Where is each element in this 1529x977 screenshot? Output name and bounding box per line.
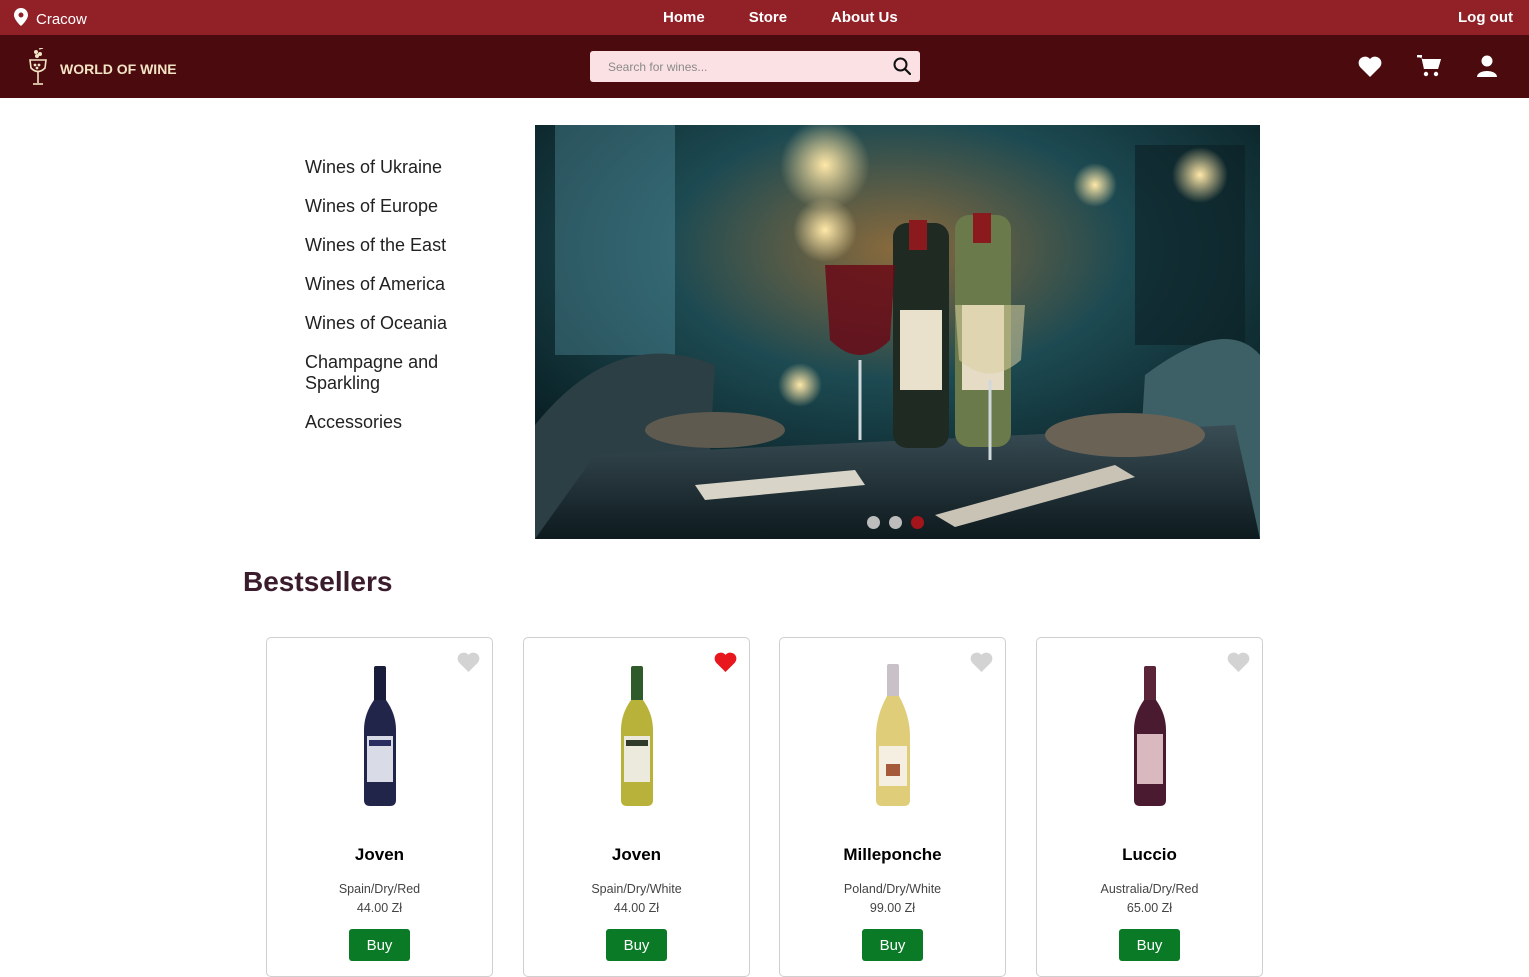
product-price: 65.00 Zł [1126, 901, 1173, 915]
location-label: Cracow [36, 10, 87, 28]
nav-about-link[interactable]: About Us [831, 9, 898, 26]
product-card[interactable]: Milleponche Poland/Dry/White 99.00 Zł Bu… [779, 637, 1006, 977]
category-oceania[interactable]: Wines of Oceania [305, 313, 505, 334]
cart-icon[interactable] [1417, 55, 1442, 77]
product-info: Poland/Dry/White [843, 882, 942, 896]
hero-carousel[interactable] [535, 125, 1260, 539]
top-bar: Cracow Home Store About Us Log out [0, 0, 1529, 35]
category-east[interactable]: Wines of the East [305, 235, 505, 256]
category-ukraine[interactable]: Wines of Ukraine [305, 157, 505, 178]
product-card[interactable]: Joven Spain/Dry/White 44.00 Zł Buy [523, 637, 750, 977]
product-info: Spain/Dry/White [591, 882, 682, 896]
logo[interactable]: WORLD OF WINE [28, 47, 177, 89]
buy-button[interactable]: Buy [862, 929, 923, 961]
product-name: Milleponche [843, 845, 942, 864]
product-card[interactable]: Luccio Australia/Dry/Red 65.00 Zł Buy [1036, 637, 1263, 977]
location-pin-icon [14, 8, 28, 30]
search-bar [590, 51, 920, 82]
nav-home-link[interactable]: Home [663, 9, 705, 26]
main-nav: Home Store About Us [663, 9, 898, 26]
search-icon[interactable] [893, 57, 912, 80]
buy-button[interactable]: Buy [349, 929, 410, 961]
product-name: Joven [611, 845, 662, 864]
category-list: Wines of Ukraine Wines of Europe Wines o… [305, 157, 505, 451]
product-price: 99.00 Zł [869, 901, 916, 915]
favorites-heart-icon[interactable] [1358, 56, 1382, 77]
buy-button[interactable]: Buy [606, 929, 667, 961]
product-card[interactable]: Joven Spain/Dry/Red 44.00 Zł Buy [266, 637, 493, 977]
product-price: 44.00 Zł [356, 901, 403, 915]
carousel-dot-3[interactable] [911, 516, 924, 529]
product-image [267, 660, 492, 810]
location-selector[interactable]: Cracow [14, 8, 87, 30]
category-america[interactable]: Wines of America [305, 274, 505, 295]
category-accessories[interactable]: Accessories [305, 412, 505, 433]
carousel-dots [867, 516, 924, 529]
product-image [524, 660, 749, 810]
product-name: Luccio [1122, 845, 1177, 864]
user-account-icon[interactable] [1477, 55, 1497, 77]
product-image [1037, 660, 1262, 810]
header-actions [1358, 55, 1497, 77]
product-image [780, 660, 1005, 810]
category-europe[interactable]: Wines of Europe [305, 196, 505, 217]
logo-text: WORLD OF WINE [60, 60, 177, 77]
search-input[interactable] [590, 51, 880, 82]
carousel-dot-2[interactable] [889, 516, 902, 529]
header: WORLD OF WINE [0, 35, 1529, 98]
logout-link[interactable]: Log out [1458, 9, 1513, 26]
bestsellers-title: Bestsellers [243, 566, 393, 597]
product-price: 44.00 Zł [613, 901, 660, 915]
product-info: Spain/Dry/Red [338, 882, 421, 896]
nav-store-link[interactable]: Store [749, 9, 787, 26]
product-name: Joven [354, 845, 405, 864]
buy-button[interactable]: Buy [1119, 929, 1180, 961]
carousel-image [535, 125, 1260, 539]
product-info: Australia/Dry/Red [1100, 882, 1199, 896]
wine-glass-logo-icon [28, 47, 48, 89]
carousel-dot-1[interactable] [867, 516, 880, 529]
category-champagne-sparkling[interactable]: Champagne and Sparkling [305, 352, 505, 394]
